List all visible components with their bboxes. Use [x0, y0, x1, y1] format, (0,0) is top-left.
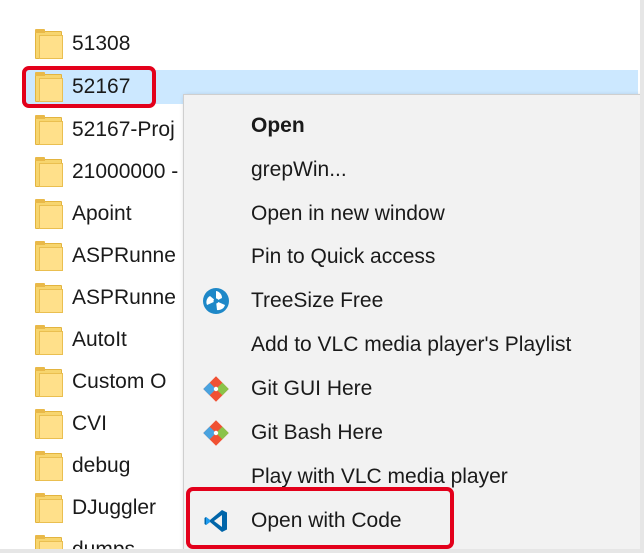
- menu-item-treesize-free[interactable]: TreeSize Free: [184, 280, 640, 322]
- menu-item-label: Pin to Quick access: [251, 245, 436, 268]
- folder-name: Apoint: [72, 202, 132, 225]
- folder-item-51308[interactable]: 51308: [22, 27, 638, 61]
- menu-item-label: Git GUI Here: [251, 377, 373, 400]
- git-icon: [203, 420, 229, 446]
- folder-name: 52167-Proj: [72, 118, 175, 141]
- folder-name: 51308: [72, 32, 131, 55]
- treesize-icon: [203, 288, 229, 314]
- folder-name: debug: [72, 454, 131, 477]
- file-explorer-window: 51308 52167 52167-Proj 21000000 - Apoint…: [0, 0, 640, 549]
- folder-icon: [35, 115, 63, 145]
- folder-icon: [35, 283, 63, 313]
- git-icon: [203, 376, 229, 402]
- folder-name: ASPRunne: [72, 286, 176, 309]
- folder-name: ASPRunne: [72, 244, 176, 267]
- menu-item-git-gui[interactable]: Git GUI Here: [184, 368, 640, 410]
- folder-name: 21000000 -: [72, 160, 179, 183]
- folder-icon: [35, 409, 63, 439]
- menu-item-open-new-window[interactable]: Open in new window: [184, 193, 640, 235]
- menu-item-grepwin[interactable]: grepWin...: [184, 149, 640, 191]
- folder-icon: [35, 199, 63, 229]
- menu-item-label: Add to VLC media player's Playlist: [251, 333, 572, 356]
- folder-name: AutoIt: [72, 328, 127, 351]
- folder-name: Custom O: [72, 370, 167, 393]
- context-menu: Open grepWin... Open in new window Pin t…: [183, 94, 640, 549]
- folder-icon: [35, 451, 63, 481]
- folder-name: DJuggler: [72, 496, 157, 519]
- menu-item-label: Play with VLC media player: [251, 465, 508, 488]
- folder-icon: [35, 367, 63, 397]
- menu-item-add-vlc-playlist[interactable]: Add to VLC media player's Playlist: [184, 324, 640, 366]
- folder-icon: [35, 325, 63, 355]
- annotation-highlight-open-with-code: [186, 487, 454, 549]
- menu-item-label: grepWin...: [251, 158, 347, 181]
- menu-item-label: Git Bash Here: [251, 421, 383, 444]
- folder-name: CVI: [72, 412, 108, 435]
- menu-item-label: Open in new window: [251, 202, 445, 225]
- folder-icon: [35, 29, 63, 59]
- folder-icon: [35, 241, 63, 271]
- folder-icon: [35, 493, 63, 523]
- folder-icon: [35, 535, 63, 549]
- menu-item-label: Open: [251, 114, 305, 137]
- folder-name: dumps: [72, 538, 135, 549]
- annotation-highlight-selected-folder: [22, 66, 156, 108]
- menu-item-git-bash[interactable]: Git Bash Here: [184, 412, 640, 454]
- menu-item-pin-quick-access[interactable]: Pin to Quick access: [184, 236, 640, 278]
- menu-item-open[interactable]: Open: [184, 105, 640, 147]
- menu-item-label: TreeSize Free: [251, 289, 384, 312]
- folder-icon: [35, 157, 63, 187]
